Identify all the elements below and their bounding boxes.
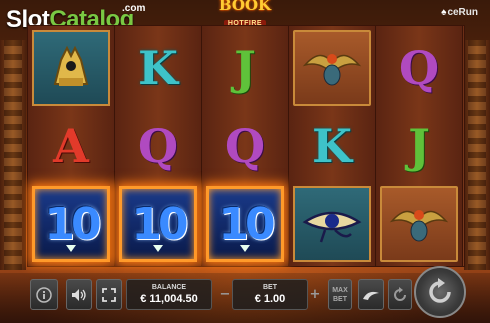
autoplay-icon (394, 286, 406, 301)
balance-value: € 11,004.50 (140, 293, 198, 305)
reel-2-cell-2: Q (119, 108, 197, 184)
game-title-book: BOOK (218, 0, 272, 14)
fullscreen-button[interactable] (96, 279, 122, 310)
symbol-letter: J (408, 119, 430, 173)
ten-symbol-burning: 10 (206, 186, 284, 262)
info-icon (36, 286, 52, 303)
reel-2-cell-1: K (119, 30, 197, 106)
symbol-letter: Q (137, 119, 179, 173)
symbol-letter: Q (224, 119, 266, 173)
symbol-letter: Q (398, 41, 440, 95)
reel-2-cell-3: 10 (119, 186, 197, 262)
max-bet-line2: BET (333, 295, 347, 303)
reel-3-cell-2: Q (206, 108, 284, 184)
reel-5-cell-2: J (380, 108, 458, 184)
max-bet-button[interactable]: MAX BET (328, 279, 352, 310)
balance-panel: BALANCE € 11,004.50 (126, 279, 212, 310)
reel-grid: A 10 K Q 10 J Q 10 K Q J (27, 25, 465, 267)
scarab-icon (302, 54, 362, 86)
spin-icon (429, 278, 451, 303)
max-bet-line1: MAX (332, 286, 348, 294)
reel-4: K (289, 26, 376, 266)
symbol-letter: K (138, 41, 178, 95)
sound-button[interactable] (66, 279, 92, 310)
spin-button[interactable] (414, 266, 466, 318)
game-stage: SlotCatalog .com BOOK HOTFIRE ♠ceRun A 1… (0, 0, 490, 323)
reel-5: Q J (376, 26, 463, 266)
balance-label: BALANCE (151, 284, 187, 291)
ten-number: 10 (44, 198, 101, 250)
symbol-letter: A (53, 119, 89, 173)
fullscreen-icon (102, 287, 116, 302)
scarab-symbol (293, 30, 371, 106)
fast-play-button[interactable] (358, 279, 384, 310)
bet-decrease-button[interactable]: − (218, 279, 232, 310)
reel-3-cell-1: J (206, 30, 284, 106)
info-button[interactable] (30, 279, 58, 310)
symbol-letter: J (234, 41, 256, 95)
ten-number: 10 (131, 198, 188, 250)
reel-5-cell-1: Q (380, 30, 458, 106)
anubis-symbol (32, 30, 110, 106)
reel-4-cell-2: K (293, 108, 371, 184)
reel-3-cell-3: 10 (206, 186, 284, 262)
provider-name: ceRun (447, 7, 478, 18)
bet-value: € 1.00 (254, 293, 286, 305)
watermark-domain: .com (122, 3, 146, 14)
eye-of-horus-icon (302, 211, 362, 243)
ace-mark-icon: ♠ (441, 7, 447, 18)
scarab-symbol (380, 186, 458, 262)
reel-3: J Q 10 (202, 26, 289, 266)
symbol-letter: K (312, 119, 352, 173)
sound-icon (72, 288, 86, 301)
bet-panel: BET € 1.00 (232, 279, 308, 310)
ten-symbol-burning: 10 (32, 186, 110, 262)
bet-label: BET (263, 284, 277, 291)
reel-1: A 10 (28, 26, 115, 266)
fast-play-icon (363, 291, 379, 300)
autoplay-button[interactable] (388, 279, 412, 310)
bet-increase-button[interactable]: + (308, 279, 322, 310)
eye-of-horus-symbol (293, 186, 371, 262)
left-pillar (0, 40, 26, 270)
provider-logo: ♠ceRun (441, 7, 478, 18)
ten-number: 10 (218, 198, 275, 250)
anubis-icon (53, 45, 89, 86)
scarab-icon (389, 210, 449, 242)
right-pillar (464, 40, 490, 270)
reel-2: K Q 10 (115, 26, 202, 266)
ten-symbol-burning: 10 (119, 186, 197, 262)
reel-1-cell-3: 10 (32, 186, 110, 262)
reel-1-cell-2: A (32, 108, 110, 184)
